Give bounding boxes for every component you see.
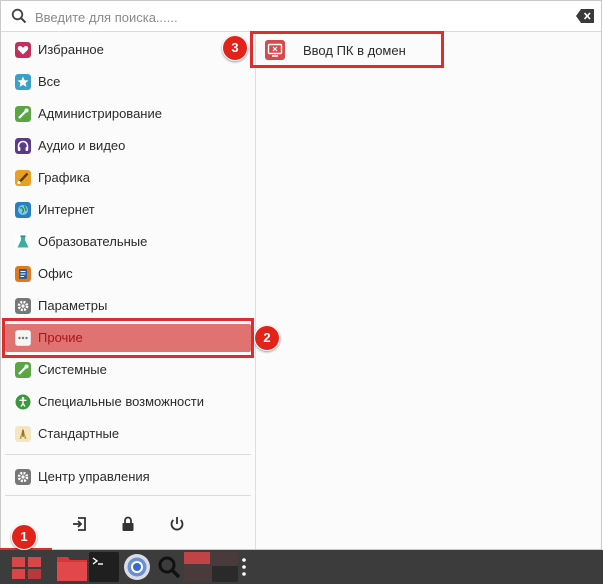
- clear-search-icon[interactable]: [576, 9, 594, 23]
- category-label: Избранное: [38, 42, 104, 57]
- headphones-icon: [15, 138, 31, 154]
- more-icon[interactable]: [240, 552, 248, 582]
- step-badge-1: 1: [11, 524, 37, 550]
- gear-icon: [15, 469, 31, 485]
- category-office[interactable]: Офис: [5, 260, 251, 288]
- power-buttons: [1, 514, 255, 536]
- search-icon[interactable]: [156, 552, 182, 582]
- category-standard[interactable]: Стандартные: [5, 420, 251, 448]
- office-icon: [15, 266, 31, 282]
- category-internet[interactable]: Интернет: [5, 196, 251, 224]
- search-icon: [11, 8, 27, 24]
- divider: [5, 454, 251, 455]
- accessibility-icon: [15, 394, 31, 410]
- category-label: Интернет: [38, 202, 95, 217]
- category-system[interactable]: Системные: [5, 356, 251, 384]
- category-graphics[interactable]: Графика: [5, 164, 251, 192]
- category-label: Параметры: [38, 298, 108, 313]
- category-all[interactable]: Все: [5, 68, 251, 96]
- category-label: Стандартные: [38, 426, 120, 441]
- category-accessibility[interactable]: Специальные возможности: [5, 388, 251, 416]
- step-badge-2: 2: [254, 325, 280, 351]
- star-icon: [15, 74, 31, 90]
- search-bar: [1, 1, 601, 32]
- category-administration[interactable]: Администрирование: [5, 100, 251, 128]
- application-menu: Избранное Все Администрирование Аудио и …: [0, 0, 602, 550]
- category-label: Графика: [38, 170, 90, 185]
- category-label: Все: [38, 74, 61, 89]
- logout-icon[interactable]: [70, 514, 90, 534]
- panel-divider: [255, 32, 256, 549]
- category-label: Аудио и видео: [38, 138, 126, 153]
- lock-icon[interactable]: [118, 514, 138, 534]
- category-list: Избранное Все Администрирование Аудио и …: [1, 32, 255, 549]
- system-wrench-icon: [15, 362, 31, 378]
- search-input[interactable]: [33, 6, 557, 28]
- globe-icon: [15, 202, 31, 218]
- category-favorites[interactable]: Избранное: [5, 36, 251, 64]
- control-center-label: Центр управления: [38, 469, 150, 484]
- divider: [5, 495, 251, 496]
- category-label: Системные: [38, 362, 107, 377]
- step-badge-3: 3: [222, 35, 248, 61]
- browser-icon[interactable]: [121, 552, 153, 582]
- flask-icon: [15, 234, 31, 250]
- highlight-category-other: [2, 318, 254, 358]
- category-label: Офис: [38, 266, 73, 281]
- control-center-item[interactable]: Центр управления: [5, 463, 251, 491]
- gear-icon: [15, 298, 31, 314]
- power-icon[interactable]: [167, 514, 187, 534]
- category-settings[interactable]: Параметры: [5, 292, 251, 320]
- pen-icon: [15, 426, 31, 442]
- start-menu-icon[interactable]: [8, 554, 46, 582]
- file-manager-icon[interactable]: [56, 552, 88, 582]
- category-education[interactable]: Образовательные: [5, 228, 251, 256]
- wrench-icon: [15, 106, 31, 122]
- category-label: Администрирование: [38, 106, 162, 121]
- category-label: Образовательные: [38, 234, 148, 249]
- taskbar: [0, 550, 603, 584]
- category-audio-video[interactable]: Аудио и видео: [5, 132, 251, 160]
- category-label: Специальные возможности: [38, 394, 204, 409]
- highlight-app-domain-join: [250, 31, 444, 68]
- heart-icon: [15, 42, 31, 58]
- terminal-icon[interactable]: [89, 552, 119, 582]
- window-thumbnail[interactable]: [184, 552, 238, 582]
- brush-icon: [15, 170, 31, 186]
